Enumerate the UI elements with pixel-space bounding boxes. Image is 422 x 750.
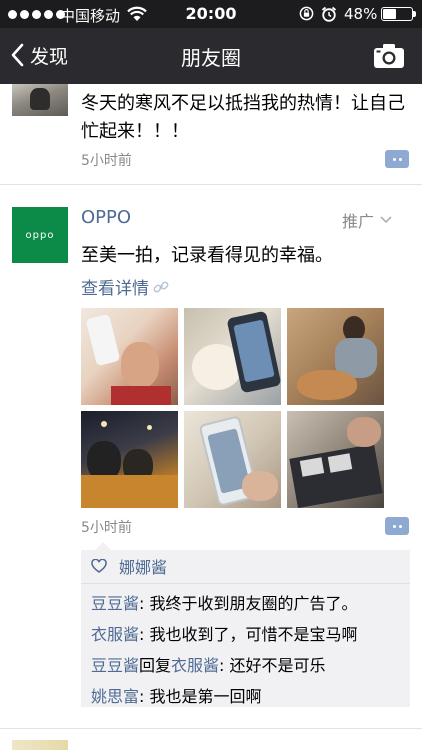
likes-divider [81, 583, 410, 584]
post-divider [0, 184, 422, 185]
reply-to-name[interactable]: 衣服酱 [171, 656, 219, 675]
battery-icon [381, 7, 413, 21]
promotion-menu[interactable]: 推广 [342, 208, 392, 232]
comment-colon: : [139, 625, 150, 644]
promotion-label: 推广 [342, 212, 375, 231]
moments-feed[interactable]: 冬天的寒风不足以抵挡我的热情！让自己忙起来！！！ 5小时前 oppo OPPO … [0, 84, 422, 750]
likes-comments-panel: 娜娜酱 豆豆酱: 我终于收到朋友圈的广告了。 衣服酱: 我也收到了，可惜不是宝马… [81, 542, 410, 707]
comment-text: 我也是第一回啊 [149, 687, 262, 706]
comment-button[interactable] [385, 150, 409, 168]
camera-icon[interactable] [372, 42, 406, 70]
comment-author[interactable]: 豆豆酱 [91, 594, 139, 613]
comment-author[interactable]: 豆豆酱 [91, 656, 139, 675]
comment-colon: : [219, 656, 230, 675]
rotation-lock-icon [299, 6, 314, 21]
comment-dots-icon [385, 150, 409, 168]
post-photo[interactable] [184, 411, 281, 508]
alarm-icon [321, 6, 337, 22]
like-user-name[interactable]: 娜娜酱 [119, 554, 167, 578]
post-photo[interactable] [184, 308, 281, 405]
reply-word: 回复 [139, 656, 172, 675]
avatar[interactable] [12, 84, 68, 116]
oppo-avatar[interactable]: oppo [12, 207, 68, 263]
battery-level-fill [383, 9, 396, 19]
status-bar: 中国移动 20:00 48% [0, 0, 422, 28]
view-details-label: 查看详情 [81, 279, 149, 299]
next-post-peek [0, 736, 422, 750]
avatar[interactable] [12, 740, 68, 750]
heart-icon [91, 559, 107, 573]
comment-item[interactable]: 豆豆酱回复衣服酱: 还好不是可乐 [91, 652, 326, 676]
comment-text: 我终于收到朋友圈的广告了。 [149, 594, 358, 613]
battery-percent: 48% [344, 5, 378, 23]
comment-button[interactable] [385, 517, 409, 535]
post-photo[interactable] [81, 411, 178, 508]
oppo-logo-text: oppo [25, 229, 55, 241]
view-details-link[interactable]: 查看详情 [81, 274, 169, 299]
post-text: 冬天的寒风不足以抵挡我的热情！让自己忙起来！！！ [81, 93, 405, 142]
nav-bar: 发现 朋友圈 [0, 28, 422, 84]
post-author-name[interactable]: OPPO [81, 207, 131, 228]
likes-row: 娜娜酱 [91, 554, 167, 578]
link-icon [153, 281, 169, 292]
post-time: 5小时前 [81, 520, 132, 536]
post-photo[interactable] [81, 308, 178, 405]
post-divider [0, 728, 422, 729]
battery-tip [413, 11, 416, 17]
post-photo[interactable] [287, 411, 384, 508]
post-text: 至美一拍，记录看得见的幸福。 [81, 245, 333, 266]
comment-text: 还好不是可乐 [229, 656, 326, 675]
comment-item[interactable]: 姚思富: 我也是第一回啊 [91, 683, 262, 707]
comment-colon: : [139, 594, 150, 613]
comment-author[interactable]: 姚思富 [91, 687, 139, 706]
page-title: 朋友圈 [181, 46, 241, 70]
comment-item[interactable]: 豆豆酱: 我终于收到朋友圈的广告了。 [91, 590, 358, 614]
comment-dots-icon [385, 517, 409, 535]
chevron-down-icon [380, 216, 392, 224]
post-photo[interactable] [287, 308, 384, 405]
comment-item[interactable]: 衣服酱: 我也收到了，可惜不是宝马啊 [91, 621, 358, 645]
post-time: 5小时前 [81, 153, 132, 169]
comment-text: 我也收到了，可惜不是宝马啊 [149, 625, 358, 644]
comment-colon: : [139, 687, 150, 706]
comment-author[interactable]: 衣服酱 [91, 625, 139, 644]
